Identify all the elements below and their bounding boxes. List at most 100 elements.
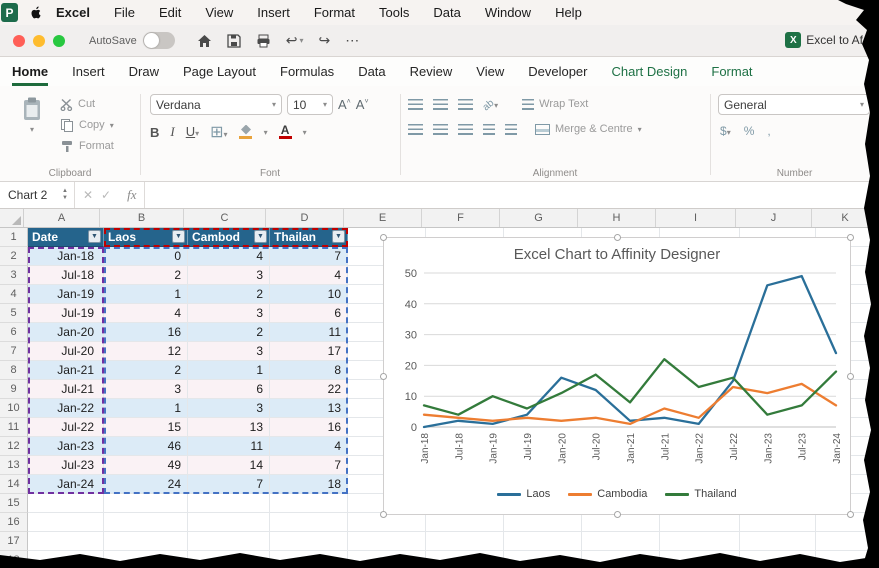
row-header-10[interactable]: 10 xyxy=(0,399,28,418)
cell-B1[interactable]: Laos ▼ xyxy=(104,228,188,247)
align-top-icon[interactable] xyxy=(408,98,423,110)
cell-B4[interactable]: 1 xyxy=(104,285,188,304)
cell-B15[interactable] xyxy=(104,494,188,513)
save-icon[interactable] xyxy=(227,33,241,48)
percent-format-button[interactable]: % xyxy=(744,124,755,138)
paste-button[interactable]: ▾ xyxy=(12,96,52,134)
tab-data[interactable]: Data xyxy=(358,57,385,86)
cell-A16[interactable] xyxy=(28,513,104,532)
cell-J17[interactable] xyxy=(740,532,816,551)
column-header-F[interactable]: F xyxy=(422,209,500,227)
font-color-button[interactable]: A xyxy=(278,124,292,139)
tab-page-layout[interactable]: Page Layout xyxy=(183,57,256,86)
cell-A11[interactable]: Jul-22 xyxy=(28,418,104,437)
cell-C11[interactable]: 13 xyxy=(188,418,270,437)
tab-insert[interactable]: Insert xyxy=(72,57,105,86)
row-header-9[interactable]: 9 xyxy=(0,380,28,399)
filter-button-thailan[interactable]: ▼ xyxy=(332,230,345,243)
cell-A10[interactable]: Jan-22 xyxy=(28,399,104,418)
cell-A4[interactable]: Jan-19 xyxy=(28,285,104,304)
more-commands-icon[interactable]: ⋯ xyxy=(345,32,359,49)
menu-item-help[interactable]: Help xyxy=(555,5,582,20)
cell-D7[interactable]: 17 xyxy=(270,342,348,361)
cell-C1[interactable]: Cambod ▼ xyxy=(188,228,270,247)
select-all-corner[interactable] xyxy=(0,209,24,227)
menu-item-window[interactable]: Window xyxy=(485,5,531,20)
legend-item-cambodia[interactable]: Cambodia xyxy=(568,488,647,500)
row-header-16[interactable]: 16 xyxy=(0,513,28,532)
cell-D9[interactable]: 22 xyxy=(270,380,348,399)
cell-I17[interactable] xyxy=(660,532,740,551)
tab-format[interactable]: Format xyxy=(711,57,752,86)
filter-button-date[interactable]: ▼ xyxy=(88,230,101,243)
confirm-entry-icon[interactable]: ✓ xyxy=(101,188,111,202)
cell-D2[interactable]: 7 xyxy=(270,247,348,266)
cell-D6[interactable]: 11 xyxy=(270,323,348,342)
apple-menu-icon[interactable] xyxy=(30,6,42,20)
column-header-G[interactable]: G xyxy=(500,209,578,227)
menu-item-data[interactable]: Data xyxy=(433,5,460,20)
cell-A3[interactable]: Jul-18 xyxy=(28,266,104,285)
cell-D16[interactable] xyxy=(270,513,348,532)
legend-item-thailand[interactable]: Thailand xyxy=(665,488,737,500)
cell-B7[interactable]: 12 xyxy=(104,342,188,361)
cell-A6[interactable]: Jan-20 xyxy=(28,323,104,342)
font-family-combo[interactable]: Verdana ▾ xyxy=(150,94,282,115)
cell-B14[interactable]: 24 xyxy=(104,475,188,494)
row-header-4[interactable]: 4 xyxy=(0,285,28,304)
cut-button[interactable]: Cut xyxy=(60,94,114,114)
font-size-combo[interactable]: 10 ▾ xyxy=(287,94,333,115)
tab-home[interactable]: Home xyxy=(12,57,49,86)
cell-E17[interactable] xyxy=(348,532,426,551)
tab-draw[interactable]: Draw xyxy=(129,57,159,86)
menu-item-view[interactable]: View xyxy=(205,5,233,20)
row-header-1[interactable]: 1 xyxy=(0,228,28,247)
cell-C16[interactable] xyxy=(188,513,270,532)
tab-review[interactable]: Review xyxy=(410,57,453,86)
comma-format-button[interactable]: , xyxy=(767,124,770,138)
cell-A14[interactable]: Jan-24 xyxy=(28,475,104,494)
series-line-cambodia[interactable] xyxy=(422,382,838,426)
row-header-15[interactable]: 15 xyxy=(0,494,28,513)
chart-resize-handle[interactable] xyxy=(380,234,387,241)
merge-centre-button[interactable]: Merge & Centre ▾ xyxy=(535,123,642,135)
cell-A1[interactable]: Date ▼ xyxy=(28,228,104,247)
cell-D15[interactable] xyxy=(270,494,348,513)
cell-C2[interactable]: 4 xyxy=(188,247,270,266)
minimize-window-button[interactable] xyxy=(33,34,45,47)
p-app-icon[interactable]: P xyxy=(1,3,18,22)
tab-formulas[interactable]: Formulas xyxy=(280,57,334,86)
cell-C4[interactable]: 2 xyxy=(188,285,270,304)
column-header-J[interactable]: J xyxy=(736,209,812,227)
row-header-8[interactable]: 8 xyxy=(0,361,28,380)
cancel-entry-icon[interactable]: ✕ xyxy=(83,188,93,202)
print-icon[interactable] xyxy=(256,34,271,48)
cell-D14[interactable]: 18 xyxy=(270,475,348,494)
cell-G17[interactable] xyxy=(504,532,582,551)
borders-button[interactable]: ⊞▾ xyxy=(210,122,227,142)
chart-resize-handle[interactable] xyxy=(380,373,387,380)
cell-A7[interactable]: Jul-20 xyxy=(28,342,104,361)
cell-A5[interactable]: Jul-19 xyxy=(28,304,104,323)
align-center-icon[interactable] xyxy=(433,123,448,135)
decrease-indent-icon[interactable] xyxy=(483,123,495,135)
row-header-6[interactable]: 6 xyxy=(0,323,28,342)
wrap-text-button[interactable]: Wrap Text xyxy=(522,98,588,110)
cell-A9[interactable]: Jul-21 xyxy=(28,380,104,399)
cell-D13[interactable]: 7 xyxy=(270,456,348,475)
cell-C5[interactable]: 3 xyxy=(188,304,270,323)
cell-C3[interactable]: 3 xyxy=(188,266,270,285)
italic-button[interactable]: I xyxy=(170,124,174,140)
column-header-D[interactable]: D xyxy=(266,209,344,227)
cell-I16[interactable] xyxy=(660,513,740,532)
row-header-14[interactable]: 14 xyxy=(0,475,28,494)
cell-A15[interactable] xyxy=(28,494,104,513)
align-middle-icon[interactable] xyxy=(433,98,448,110)
align-bottom-icon[interactable] xyxy=(458,98,473,110)
format-painter-button[interactable]: Format xyxy=(60,136,114,156)
menu-item-insert[interactable]: Insert xyxy=(257,5,290,20)
align-right-icon[interactable] xyxy=(458,123,473,135)
copy-button[interactable]: Copy ▾ xyxy=(60,115,114,135)
cell-C15[interactable] xyxy=(188,494,270,513)
cell-C12[interactable]: 11 xyxy=(188,437,270,456)
